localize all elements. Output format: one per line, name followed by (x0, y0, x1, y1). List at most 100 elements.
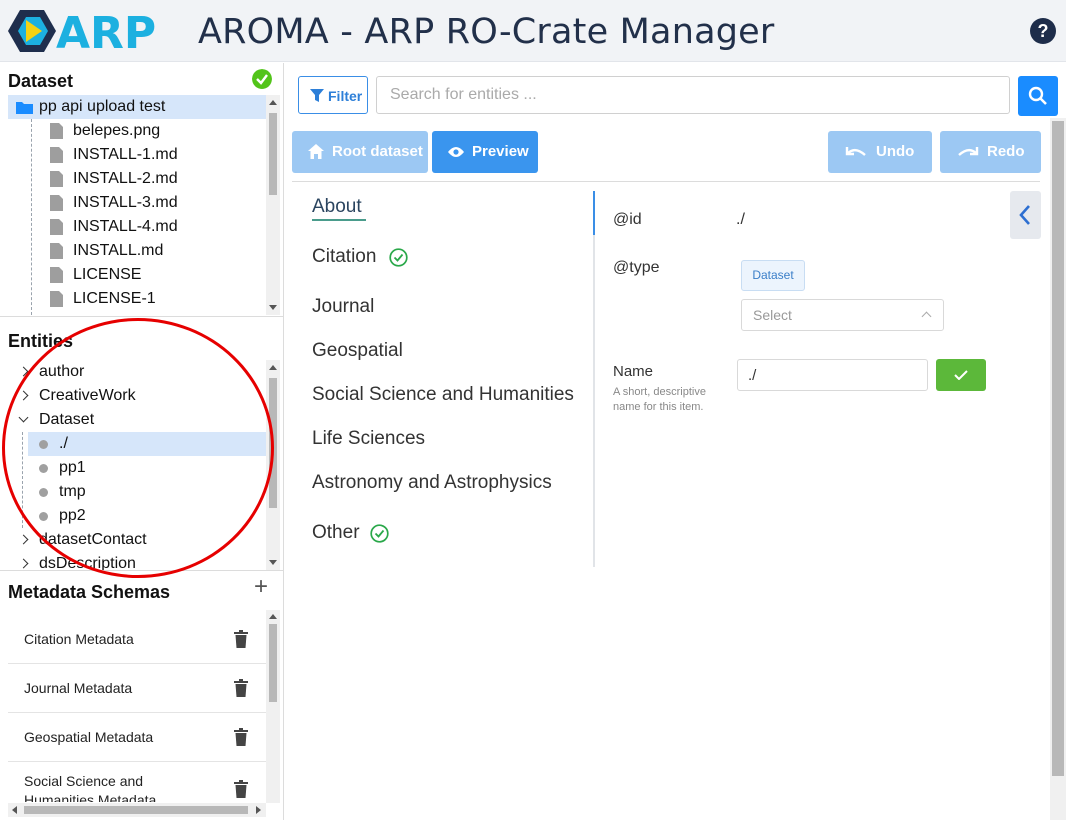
dataset-root-item[interactable]: pp api upload test (8, 95, 266, 119)
trash-icon[interactable] (234, 728, 248, 746)
tab-astronomy[interactable]: Astronomy and Astrophysics (312, 472, 552, 494)
scroll-up-icon[interactable] (269, 365, 277, 370)
divider (0, 316, 284, 317)
schema-item[interactable]: Journal Metadata (8, 664, 266, 713)
type-select[interactable]: Select (741, 299, 944, 331)
entity-group-label: datasetContact (39, 531, 147, 548)
preview-button[interactable]: Preview (432, 131, 538, 173)
active-category-indicator (593, 191, 595, 235)
file-item[interactable]: LICENSE (8, 263, 266, 287)
scrollbar-thumb[interactable] (1052, 121, 1064, 776)
scroll-up-icon[interactable] (269, 614, 277, 619)
id-value: ./ (736, 211, 745, 228)
chevron-up-icon (921, 311, 932, 322)
dataset-section-title: Dataset (8, 71, 74, 91)
scroll-down-icon[interactable] (269, 305, 277, 310)
question-circle-icon[interactable]: ? (1030, 18, 1056, 44)
entities-section-title: Entities (8, 331, 74, 351)
left-sidebar: Dataset pp api upload test belepes.png I… (0, 63, 284, 820)
entity-item[interactable]: pp2 (28, 504, 266, 528)
file-label: INSTALL-3.md (73, 194, 178, 211)
entities-scrollbar[interactable] (266, 360, 280, 570)
schema-item[interactable]: Geospatial Metadata (8, 713, 266, 762)
file-item[interactable]: INSTALL.md (8, 239, 266, 263)
schema-item[interactable]: Citation Metadata (8, 615, 266, 664)
scroll-left-icon[interactable] (12, 806, 17, 814)
check-icon (954, 370, 968, 380)
redo-button[interactable]: Redo (940, 131, 1041, 173)
app-header: ARP AROMA - ARP RO-Crate Manager ? (0, 0, 1066, 62)
entity-group-label: CreativeWork (39, 387, 136, 404)
chevron-right-icon[interactable] (18, 534, 29, 545)
trash-icon[interactable] (234, 780, 248, 798)
tab-other[interactable]: Other (312, 522, 360, 544)
trash-icon[interactable] (234, 630, 248, 648)
redo-icon (958, 147, 979, 156)
name-input[interactable] (737, 359, 928, 391)
file-item[interactable]: LICENSE-1 (8, 287, 266, 311)
search-button[interactable] (1018, 76, 1058, 116)
entity-dot-icon (39, 488, 48, 497)
tree-guide-line (22, 432, 23, 528)
schema-label: Social Science and Humanities Metadata (24, 773, 157, 802)
chevron-right-icon[interactable] (18, 558, 29, 569)
scrollbar-thumb[interactable] (269, 624, 277, 702)
scroll-down-icon[interactable] (269, 560, 277, 565)
file-item[interactable]: INSTALL-3.md (8, 191, 266, 215)
tab-social-science[interactable]: Social Science and Humanities (312, 384, 574, 406)
entity-group-item[interactable]: author (8, 360, 266, 384)
entity-group-item[interactable]: CreativeWork (8, 384, 266, 408)
plus-icon[interactable]: + (254, 575, 268, 599)
chevron-down-icon[interactable] (18, 412, 29, 423)
entity-item-root[interactable]: ./ (28, 432, 266, 456)
entity-group-item[interactable]: Dataset (8, 408, 266, 432)
active-tab-underline (312, 219, 366, 221)
tab-citation[interactable]: Citation (312, 246, 376, 268)
dataset-root-label: pp api upload test (39, 98, 166, 115)
filter-button[interactable]: Filter (298, 76, 368, 114)
scroll-right-icon[interactable] (256, 806, 261, 814)
type-select-placeholder: Select (753, 307, 792, 323)
undo-button[interactable]: Undo (828, 131, 932, 173)
search-input[interactable] (376, 76, 1010, 114)
type-tag[interactable]: Dataset (741, 260, 805, 291)
confirm-button[interactable] (936, 359, 986, 391)
entity-item[interactable]: tmp (28, 480, 266, 504)
root-dataset-button[interactable]: Root dataset (292, 131, 428, 173)
undo-icon (845, 147, 866, 156)
check-circle-icon (370, 524, 389, 543)
scrollbar-thumb[interactable] (269, 113, 277, 195)
file-item[interactable]: INSTALL-1.md (8, 143, 266, 167)
chevron-right-icon[interactable] (18, 390, 29, 401)
trash-icon[interactable] (234, 679, 248, 697)
main-scrollbar[interactable] (1050, 118, 1066, 820)
tab-about[interactable]: About (312, 196, 362, 218)
eye-icon (448, 147, 464, 157)
entity-item[interactable]: pp1 (28, 456, 266, 480)
schema-item[interactable]: Social Science and Humanities Metadata (8, 762, 266, 802)
chevron-left-icon (1019, 205, 1030, 225)
collapse-button[interactable] (1010, 191, 1041, 239)
home-icon (308, 144, 324, 159)
file-item[interactable]: belepes.png (8, 119, 266, 143)
tab-journal[interactable]: Journal (312, 296, 374, 318)
schemas-h-scrollbar[interactable] (8, 803, 266, 817)
tab-geospatial[interactable]: Geospatial (312, 340, 403, 362)
type-label: @type (613, 259, 660, 276)
schemas-scrollbar[interactable] (266, 610, 280, 803)
entity-group-item[interactable]: datasetContact (8, 528, 266, 552)
scroll-up-icon[interactable] (269, 100, 277, 105)
file-item[interactable]: INSTALL-4.md (8, 215, 266, 239)
file-item[interactable]: INSTALL-2.md (8, 167, 266, 191)
schema-label: Geospatial Metadata (24, 729, 154, 745)
entity-group-item[interactable]: dsDescription (8, 552, 266, 570)
tab-life-sciences[interactable]: Life Sciences (312, 428, 425, 450)
file-label: INSTALL-2.md (73, 170, 178, 187)
dataset-scrollbar[interactable] (266, 95, 280, 315)
scrollbar-thumb[interactable] (269, 378, 277, 508)
file-label: INSTALL.md (73, 242, 164, 259)
entity-label: tmp (59, 483, 86, 500)
chevron-right-icon[interactable] (18, 366, 29, 377)
scrollbar-thumb[interactable] (24, 806, 248, 814)
file-icon (50, 123, 63, 139)
